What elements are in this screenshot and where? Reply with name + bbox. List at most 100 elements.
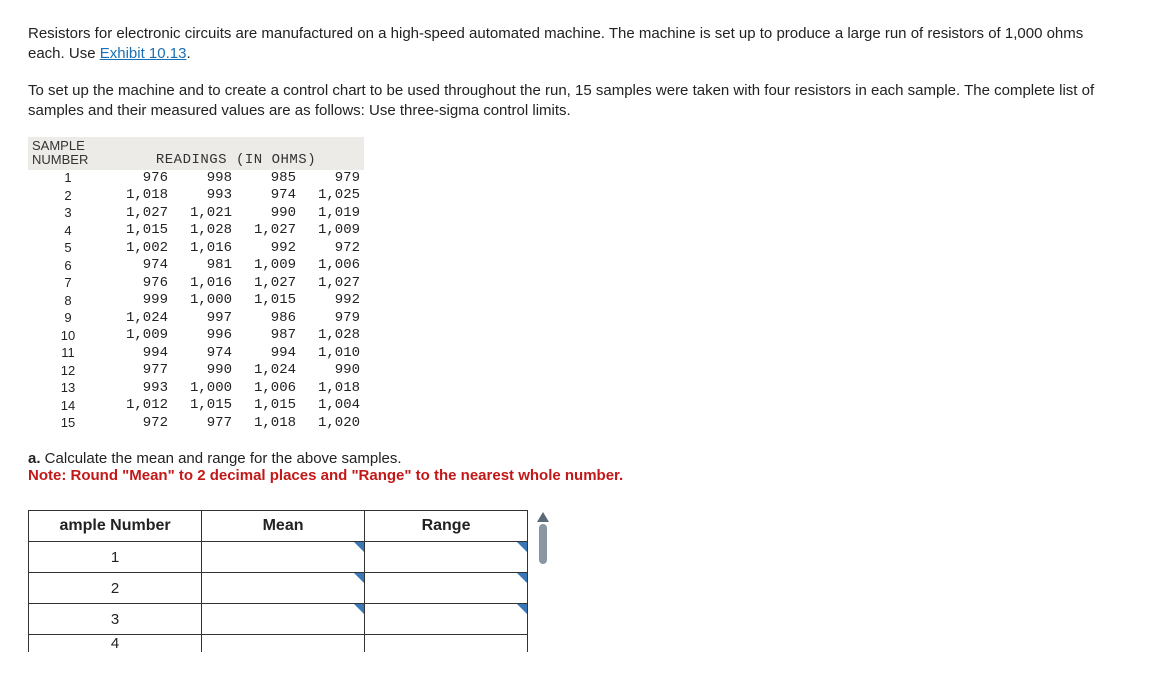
table-row: 89991,0001,015992 — [28, 292, 364, 310]
sample-number-cell: 6 — [28, 257, 108, 275]
sample-header: SAMPLE NUMBER — [28, 137, 108, 170]
reading-cell: 1,015 — [236, 397, 300, 415]
reading-cell: 999 — [108, 292, 172, 310]
input-corner-icon — [354, 542, 364, 552]
input-corner-icon — [517, 542, 527, 552]
answer-mean-input[interactable] — [202, 573, 365, 604]
reading-cell: 1,027 — [108, 205, 172, 223]
reading-cell: 1,009 — [108, 327, 172, 345]
table-row: 1976998985979 — [28, 170, 364, 188]
input-corner-icon — [354, 604, 364, 614]
answer-mean-input[interactable] — [202, 542, 365, 573]
reading-cell: 1,021 — [172, 205, 236, 223]
intro-paragraph-1: Resistors for electronic circuits are ma… — [28, 24, 1124, 65]
sample-header-l2: NUMBER — [32, 153, 104, 167]
sample-number-cell: 15 — [28, 415, 108, 433]
input-corner-icon — [354, 573, 364, 583]
sample-number-cell: 7 — [28, 275, 108, 293]
reading-cell: 1,012 — [108, 397, 172, 415]
answer-sample-cell: 1 — [29, 542, 202, 573]
answer-row: 3 — [29, 604, 528, 635]
scroll-thumb[interactable] — [539, 524, 547, 564]
table-row: 139931,0001,0061,018 — [28, 380, 364, 398]
intro-paragraph-2: To set up the machine and to create a co… — [28, 81, 1124, 122]
reading-cell: 987 — [236, 327, 300, 345]
reading-cell: 977 — [172, 415, 236, 433]
answer-header-sample: ample Number — [29, 511, 202, 542]
reading-cell: 990 — [236, 205, 300, 223]
answer-range-input[interactable] — [365, 604, 528, 635]
reading-cell: 1,010 — [300, 345, 364, 363]
sample-number-cell: 14 — [28, 397, 108, 415]
part-a-text: Calculate the mean and range for the abo… — [41, 450, 402, 467]
reading-cell: 1,025 — [300, 187, 364, 205]
sample-number-cell: 1 — [28, 170, 108, 188]
reading-cell: 1,015 — [108, 222, 172, 240]
table-row: 129779901,024990 — [28, 362, 364, 380]
answer-range-input[interactable] — [365, 542, 528, 573]
reading-cell: 986 — [236, 310, 300, 328]
intro-text-1b: . — [186, 45, 190, 62]
reading-cell: 1,000 — [172, 292, 236, 310]
answer-header-mean: Mean — [202, 511, 365, 542]
reading-cell: 1,000 — [172, 380, 236, 398]
answer-range-input[interactable] — [365, 635, 528, 653]
table-row: 21,0189939741,025 — [28, 187, 364, 205]
reading-cell: 976 — [108, 170, 172, 188]
reading-cell: 1,015 — [236, 292, 300, 310]
input-corner-icon — [517, 604, 527, 614]
table-row: 69749811,0091,006 — [28, 257, 364, 275]
reading-cell: 1,018 — [236, 415, 300, 433]
part-a-prefix: a. — [28, 450, 41, 467]
reading-cell: 997 — [172, 310, 236, 328]
reading-cell: 976 — [108, 275, 172, 293]
answer-mean-input[interactable] — [202, 604, 365, 635]
input-corner-icon — [517, 573, 527, 583]
answer-sample-cell: 3 — [29, 604, 202, 635]
sample-number-cell: 5 — [28, 240, 108, 258]
sample-number-cell: 8 — [28, 292, 108, 310]
table-row: 51,0021,016992972 — [28, 240, 364, 258]
scroll-indicator[interactable] — [536, 512, 550, 632]
sample-number-cell: 11 — [28, 345, 108, 363]
sample-number-cell: 12 — [28, 362, 108, 380]
reading-cell: 1,019 — [300, 205, 364, 223]
reading-cell: 992 — [300, 292, 364, 310]
table-row: 41,0151,0281,0271,009 — [28, 222, 364, 240]
reading-cell: 994 — [236, 345, 300, 363]
reading-cell: 1,009 — [300, 222, 364, 240]
sample-number-cell: 4 — [28, 222, 108, 240]
reading-cell: 996 — [172, 327, 236, 345]
sample-number-cell: 2 — [28, 187, 108, 205]
answer-table: ample Number Mean Range 1234 — [28, 510, 528, 652]
table-row: 31,0271,0219901,019 — [28, 205, 364, 223]
reading-cell: 993 — [172, 187, 236, 205]
exhibit-link[interactable]: Exhibit 10.13 — [100, 45, 187, 62]
table-row: 159729771,0181,020 — [28, 415, 364, 433]
reading-cell: 994 — [108, 345, 172, 363]
table-row: 79761,0161,0271,027 — [28, 275, 364, 293]
sample-number-cell: 13 — [28, 380, 108, 398]
answer-range-input[interactable] — [365, 573, 528, 604]
answer-table-wrap: ample Number Mean Range 1234 — [28, 510, 548, 652]
answer-mean-input[interactable] — [202, 635, 365, 653]
part-a: a. Calculate the mean and range for the … — [28, 450, 1124, 484]
answer-header-range: Range — [365, 511, 528, 542]
reading-cell: 974 — [236, 187, 300, 205]
reading-cell: 1,004 — [300, 397, 364, 415]
reading-cell: 992 — [236, 240, 300, 258]
reading-cell: 1,028 — [300, 327, 364, 345]
reading-cell: 1,028 — [172, 222, 236, 240]
reading-cell: 974 — [108, 257, 172, 275]
reading-cell: 1,009 — [236, 257, 300, 275]
sample-number-cell: 3 — [28, 205, 108, 223]
reading-cell: 1,018 — [300, 380, 364, 398]
answer-row: 2 — [29, 573, 528, 604]
reading-cell: 981 — [172, 257, 236, 275]
reading-cell: 1,006 — [236, 380, 300, 398]
reading-cell: 1,020 — [300, 415, 364, 433]
sample-header-l1: SAMPLE — [32, 139, 104, 153]
readings-header: READINGS (IN OHMS) — [108, 137, 364, 170]
reading-cell: 979 — [300, 170, 364, 188]
reading-cell: 1,016 — [172, 240, 236, 258]
